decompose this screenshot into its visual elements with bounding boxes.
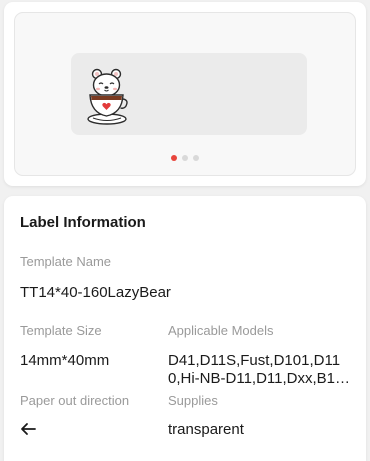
carousel-indicator (15, 155, 355, 161)
supplies-label: Supplies (168, 393, 218, 408)
label-preview-card (4, 2, 366, 186)
template-size-label: Template Size (20, 323, 102, 338)
label-information-card: Label Information Template Name TT14*40-… (4, 196, 366, 461)
template-size-value: 14mm*40mm (20, 352, 110, 369)
applicable-models-label: Applicable Models (168, 323, 274, 338)
carousel-dot-active[interactable] (171, 155, 177, 161)
carousel-dot[interactable] (182, 155, 188, 161)
label-thumbnail (71, 53, 307, 135)
supplies-value: transparent (168, 421, 244, 438)
applicable-models-value: D41,D11S,Fust,D101,D110,Hi-NB-D11,D11,Dx… (168, 352, 341, 387)
bear-in-teacup-icon (87, 68, 128, 125)
section-title: Label Information (20, 214, 146, 231)
arrow-left-icon (21, 423, 36, 435)
carousel-dot[interactable] (193, 155, 199, 161)
label-detail-page: Label Information Template Name TT14*40-… (0, 0, 370, 461)
paper-out-direction-label: Paper out direction (20, 393, 130, 408)
template-name-label: Template Name (20, 254, 112, 269)
label-preview-carousel[interactable] (14, 12, 356, 176)
template-name-value: TT14*40-160LazyBear (20, 284, 171, 301)
